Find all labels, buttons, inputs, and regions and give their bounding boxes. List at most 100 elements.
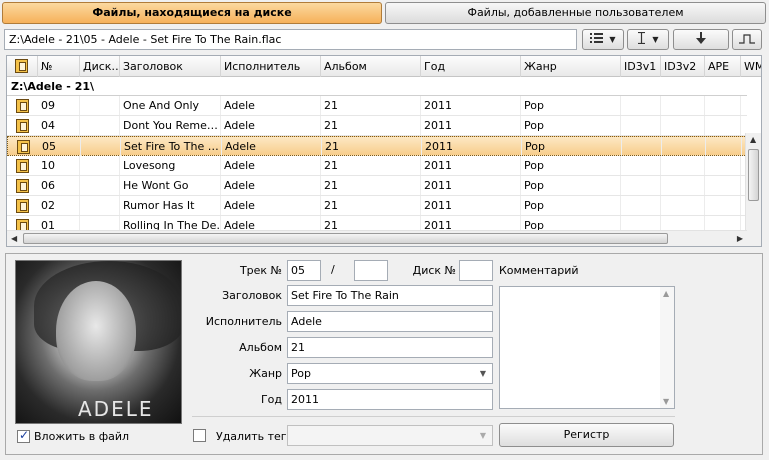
cell-artist: Adele (221, 176, 321, 195)
column-header[interactable]: Заголовок (120, 56, 221, 77)
remove-tag-checkbox[interactable] (193, 429, 206, 442)
cell-year: 2011 (421, 176, 521, 195)
file-list-header: № Диск… Заголовок Исполнитель Альбом Год… (7, 56, 761, 77)
column-header[interactable]: Исполнитель (221, 56, 321, 77)
cell-genre: Pop (521, 156, 621, 175)
cell-empty (621, 96, 661, 115)
case-button[interactable]: Регистр (499, 423, 674, 447)
cell-empty (661, 116, 705, 135)
cell-genre: Pop (522, 137, 622, 156)
scroll-up-icon[interactable]: ▲ (750, 135, 756, 144)
table-row[interactable]: 09 One And Only Adele 21 2011 Pop (7, 96, 747, 116)
artist-field[interactable]: Adele (287, 311, 493, 332)
track-separator: / (331, 263, 335, 276)
move-down-button[interactable] (673, 29, 729, 50)
scroll-down-icon[interactable]: ▼ (663, 397, 669, 406)
file-path-field[interactable]: Z:\Adele - 21\05 - Adele - Set Fire To T… (4, 29, 577, 50)
cell-artist: Adele (221, 116, 321, 135)
title-field[interactable]: Set Fire To The Rain (287, 285, 493, 306)
cell-year: 2011 (421, 96, 521, 115)
cell-disc (80, 196, 120, 215)
table-row[interactable]: 05 Set Fire To The … Adele 21 2011 Pop (7, 136, 747, 156)
waveform-button[interactable] (732, 29, 762, 50)
comment-field[interactable]: ▲ ▼ (499, 286, 675, 409)
remove-tag-combo[interactable]: ▼ (287, 425, 493, 446)
divider (192, 416, 675, 417)
list-view-dropdown[interactable]: ▼ (582, 29, 624, 50)
cell-album: 21 (321, 196, 421, 215)
file-list[interactable]: № Диск… Заголовок Исполнитель Альбом Год… (6, 55, 762, 247)
tab-user-files[interactable]: Файлы, добавленные пользователем (385, 2, 766, 24)
comment-label: Комментарий (499, 264, 579, 277)
cell-num: 02 (38, 196, 80, 215)
table-row[interactable]: 10 Lovesong Adele 21 2011 Pop (7, 156, 747, 176)
scroll-thumb[interactable] (748, 149, 759, 201)
cell-artist: Adele (222, 137, 322, 156)
file-tag-icon (16, 119, 29, 133)
cell-album: 21 (321, 116, 421, 135)
chevron-down-icon[interactable]: ▼ (480, 426, 486, 445)
disc-number-field[interactable] (459, 260, 493, 281)
cell-empty (621, 176, 661, 195)
scroll-thumb[interactable] (23, 233, 668, 244)
column-header[interactable]: Диск… (80, 56, 120, 77)
scroll-right-icon[interactable]: ▶ (737, 234, 743, 243)
album-label: Альбом (239, 341, 282, 354)
column-header[interactable]: Жанр (521, 56, 621, 77)
cell-empty (705, 116, 741, 135)
file-tag-icon (16, 179, 29, 193)
cell-empty (705, 176, 741, 195)
cell-empty (661, 156, 705, 175)
remove-tag-label: Удалить тег (216, 430, 287, 443)
scroll-up-icon[interactable]: ▲ (663, 289, 669, 298)
cell-artist: Adele (221, 156, 321, 175)
cell-empty (705, 196, 741, 215)
column-header[interactable]: Год (421, 56, 521, 77)
column-header[interactable]: Альбом (321, 56, 421, 77)
cell-title: Dont You Reme… (120, 116, 221, 135)
column-header[interactable]: WM (741, 56, 761, 77)
column-header[interactable]: № (38, 56, 80, 77)
year-label: Год (260, 393, 282, 406)
table-row[interactable]: 04 Dont You Reme… Adele 21 2011 Pop (7, 116, 747, 136)
horizontal-scrollbar[interactable]: ◀ ▶ (7, 230, 747, 246)
comment-scrollbar[interactable]: ▲ ▼ (660, 287, 674, 408)
text-format-dropdown[interactable]: ▼ (627, 29, 669, 50)
cover-title-text: ADELE 21 (78, 397, 154, 423)
tab-disk-files[interactable]: Файлы, находящиеся на диске (2, 2, 382, 24)
cell-empty (621, 116, 661, 135)
table-row[interactable]: 02 Rumor Has It Adele 21 2011 Pop (7, 196, 747, 216)
cell-empty (661, 96, 705, 115)
track-total-field[interactable] (354, 260, 388, 281)
cell-year: 2011 (421, 156, 521, 175)
cell-artist: Adele (221, 96, 321, 115)
cell-genre: Pop (521, 96, 621, 115)
tab-bar: Файлы, находящиеся на диске Файлы, добав… (2, 2, 766, 24)
track-number-field[interactable]: 05 (287, 260, 321, 281)
cell-album: 21 (321, 176, 421, 195)
cell-num: 10 (38, 156, 80, 175)
folder-group-header[interactable]: Z:\Adele - 21\ (7, 77, 747, 96)
cell-title: One And Only (120, 96, 221, 115)
cell-num: 05 (39, 137, 81, 156)
cell-genre: Pop (521, 176, 621, 195)
chevron-down-icon[interactable]: ▼ (480, 364, 486, 383)
header-icon-column[interactable] (7, 56, 38, 77)
waveform-icon (739, 33, 755, 47)
album-field[interactable]: 21 (287, 337, 493, 358)
cell-disc (80, 116, 120, 135)
album-cover-image[interactable]: ADELE 21 (15, 260, 182, 424)
cell-year: 2011 (422, 137, 522, 156)
column-header[interactable]: ID3v1 (621, 56, 661, 77)
table-row[interactable]: 06 He Wont Go Adele 21 2011 Pop (7, 176, 747, 196)
disc-number-label: Диск № (412, 264, 456, 277)
column-header[interactable]: ID3v2 (661, 56, 705, 77)
scroll-left-icon[interactable]: ◀ (11, 234, 17, 243)
column-header[interactable]: APE (705, 56, 741, 77)
cell-empty (622, 137, 662, 156)
year-field[interactable]: 2011 (287, 389, 493, 410)
vertical-scrollbar[interactable]: ▲ ▼ (745, 133, 761, 246)
genre-combo[interactable]: Pop ▼ (287, 363, 493, 384)
embed-in-file-checkbox[interactable] (17, 428, 30, 443)
arrow-down-icon (696, 32, 706, 47)
